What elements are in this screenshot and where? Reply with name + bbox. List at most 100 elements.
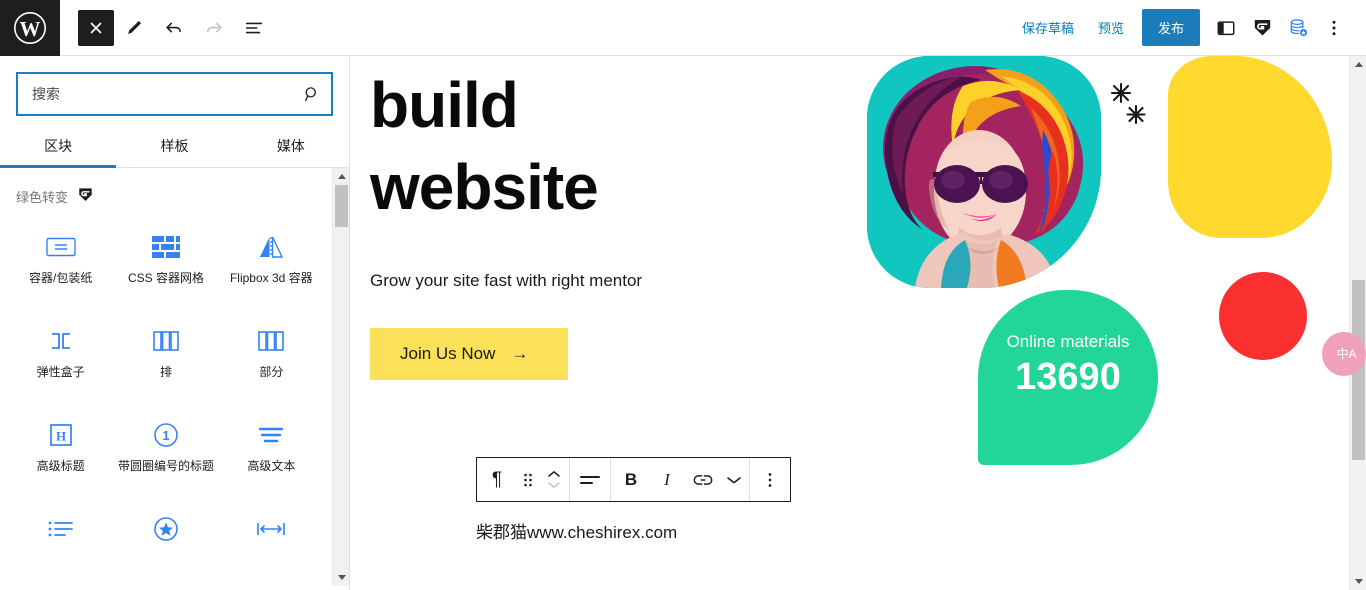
svg-text:H: H: [56, 429, 66, 444]
block-toolbar-group-options: [750, 458, 790, 501]
block-type-paragraph-button[interactable]: ¶: [479, 458, 515, 501]
block-options-menu-button[interactable]: [752, 458, 788, 501]
block-grid: 容器/包装纸 CSS 容器网格 Flipbox 3d 容器 弹性盒子 排 部分 …: [0, 216, 332, 586]
scroll-down-arrow-icon[interactable]: [1350, 573, 1366, 590]
scrollbar-thumb[interactable]: [335, 185, 348, 227]
flexbox-icon: [48, 326, 74, 356]
sparkle-decoration: [1103, 80, 1155, 128]
bold-icon: B: [624, 469, 638, 489]
align-text-button[interactable]: [572, 458, 608, 501]
block-label: 部分: [259, 365, 284, 379]
hero-subtitle[interactable]: Grow your site fast with right mentor: [370, 271, 642, 291]
database-save-button[interactable]: [1280, 10, 1316, 46]
block-list-scroll-area: 绿色转变 容器/包装纸 CSS 容器网格 Flipbox 3d 容器 弹性盒子 …: [0, 168, 349, 586]
block-item-flipbox-3d[interactable]: Flipbox 3d 容器: [219, 218, 324, 310]
chevron-down-icon: [727, 476, 741, 483]
tab-media[interactable]: 媒体: [233, 126, 349, 167]
drag-dots-icon: [524, 473, 532, 486]
publish-button[interactable]: 发布: [1141, 9, 1200, 46]
block-category-label: 绿色转变: [16, 189, 69, 205]
css-grid-icon: [151, 232, 181, 262]
block-item-flexbox[interactable]: 弹性盒子: [8, 312, 113, 404]
italic-button[interactable]: I: [649, 458, 685, 501]
close-button[interactable]: [78, 9, 114, 46]
greenshift-logo-button[interactable]: [1244, 10, 1280, 46]
ime-language-tab[interactable]: 中A: [1322, 332, 1366, 376]
page-title[interactable]: build website: [370, 64, 599, 228]
cta-label: Join Us Now: [400, 344, 496, 363]
stat-value: 13690: [1015, 356, 1121, 398]
join-us-now-button[interactable]: Join Us Now →: [370, 328, 568, 380]
block-toolbar-group-move: ¶: [477, 458, 570, 501]
block-item-star-circle[interactable]: [113, 500, 218, 586]
block-label: 高级文本: [247, 459, 296, 473]
canvas-scrollbar[interactable]: [1349, 56, 1366, 590]
numbered-circle-icon: 1: [153, 420, 179, 450]
section-icon: [257, 326, 285, 356]
topbar-right-tools: 保存草稿 预览 发布: [1010, 9, 1366, 46]
bullet-list-icon: [47, 514, 75, 544]
topbar-left-tools: [60, 8, 274, 48]
search-input[interactable]: [32, 86, 303, 102]
bold-button[interactable]: B: [613, 458, 649, 501]
scroll-up-arrow-icon[interactable]: [333, 168, 349, 185]
redo-button[interactable]: [194, 8, 234, 48]
block-item-container-wrapper[interactable]: 容器/包装纸: [8, 218, 113, 310]
block-toolbar-group-format: B I: [611, 458, 750, 501]
scroll-down-arrow-icon[interactable]: [333, 569, 349, 586]
block-item-width-arrow[interactable]: [219, 500, 324, 586]
g-shield-icon: [1254, 19, 1270, 36]
kebab-menu-icon: [768, 472, 772, 487]
block-item-css-grid[interactable]: CSS 容器网格: [113, 218, 218, 310]
stat-badge[interactable]: Online materials 13690: [978, 290, 1158, 465]
undo-button[interactable]: [154, 8, 194, 48]
block-item-row[interactable]: 排: [113, 312, 218, 404]
italic-icon: I: [664, 469, 670, 489]
options-menu-button[interactable]: [1316, 10, 1352, 46]
block-item-advanced-heading[interactable]: H 高级标题: [8, 406, 113, 498]
tab-patterns[interactable]: 样板: [116, 126, 232, 167]
block-label: CSS 容器网格: [127, 271, 204, 285]
block-inserter-panel: 区块 样板 媒体 绿色转变 容器/包装纸: [0, 56, 350, 590]
block-item-section[interactable]: 部分: [219, 312, 324, 404]
drag-handle[interactable]: [515, 458, 541, 501]
hero-portrait-image[interactable]: [867, 56, 1101, 288]
settings-sidebar-toggle[interactable]: [1208, 10, 1244, 46]
block-item-numbered-heading[interactable]: 1 带圆圈编号的标题: [113, 406, 218, 498]
block-label: 带圆圈编号的标题: [117, 459, 214, 473]
arrow-right-icon: →: [511, 344, 529, 363]
more-rich-text-button[interactable]: [721, 458, 747, 501]
advanced-text-icon: [257, 420, 285, 450]
block-toolbar: ¶ B I: [476, 457, 791, 502]
block-item-advanced-text[interactable]: 高级文本: [219, 406, 324, 498]
star-circle-icon: [153, 514, 179, 544]
block-toolbar-group-align: [570, 458, 611, 501]
search-area: [0, 56, 349, 116]
inserter-scrollbar[interactable]: [332, 168, 349, 586]
save-draft-button[interactable]: 保存草稿: [1010, 12, 1086, 43]
wordpress-logo[interactable]: W: [0, 0, 60, 56]
edit-button[interactable]: [114, 8, 154, 48]
block-label: 排: [159, 365, 172, 379]
align-left-icon: [580, 475, 600, 484]
svg-text:W: W: [20, 17, 41, 41]
hero-title-line2: website: [370, 151, 599, 223]
sidebar-panel-icon: [1217, 20, 1235, 35]
list-view-button[interactable]: [234, 8, 274, 48]
heading-h-icon: H: [49, 420, 73, 450]
editor-canvas[interactable]: build website Grow your site fast with r…: [351, 56, 1349, 590]
scroll-up-arrow-icon[interactable]: [1350, 56, 1366, 73]
search-box[interactable]: [16, 72, 333, 116]
tab-blocks[interactable]: 区块: [0, 126, 117, 168]
link-button[interactable]: [685, 458, 721, 501]
preview-button[interactable]: 预览: [1086, 12, 1136, 43]
inserter-tabs: 区块 样板 媒体: [0, 126, 349, 168]
block-label: 容器/包装纸: [28, 271, 93, 285]
selected-paragraph-block[interactable]: 柴郡猫www.cheshirex.com: [476, 518, 677, 543]
move-up-down-buttons[interactable]: [541, 458, 567, 501]
svg-text:1: 1: [162, 428, 169, 443]
block-label: Flipbox 3d 容器: [229, 271, 313, 285]
block-item-bullet-list[interactable]: [8, 500, 113, 586]
block-category-header[interactable]: 绿色转变: [0, 168, 332, 216]
block-label: 弹性盒子: [36, 365, 85, 379]
